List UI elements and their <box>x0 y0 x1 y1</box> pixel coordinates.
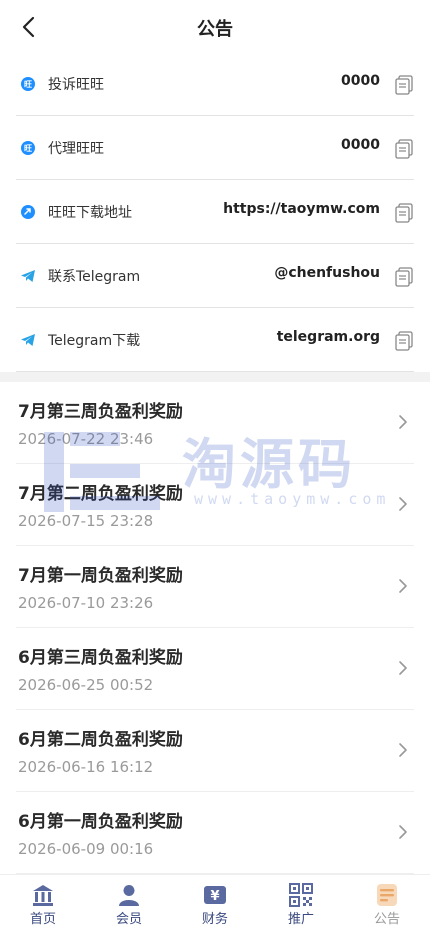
tab-home[interactable]: 首页 <box>0 875 86 932</box>
notice-time: 2026-06-16 16:12 <box>18 758 154 776</box>
notice-list: 7月第三周负盈利奖励 2026-07-22 23:46 7月第二周负盈利奖励 2… <box>0 382 430 874</box>
page-title: 公告 <box>197 19 233 40</box>
notice-item[interactable]: 6月第二周负盈利奖励 2026-06-16 16:12 <box>16 710 414 792</box>
wangwang-icon: 旺 <box>21 77 35 91</box>
contact-info-list: 旺 投诉旺旺 0000 旺 代理旺旺 0000 旺旺下载地址 https://t… <box>0 52 430 372</box>
info-label: 联系Telegram <box>48 269 141 285</box>
info-row-complaint-wangwang: 旺 投诉旺旺 0000 <box>16 52 414 116</box>
chevron-right-icon <box>399 497 407 511</box>
tab-label: 公告 <box>373 912 400 927</box>
notice-title: 7月第二周负盈利奖励 <box>18 484 183 504</box>
notice-item[interactable]: 7月第一周负盈利奖励 2026-07-10 23:26 <box>16 546 414 628</box>
copy-icon[interactable] <box>394 202 414 224</box>
info-value: 0000 <box>341 137 380 153</box>
notice-title: 7月第一周负盈利奖励 <box>18 566 183 586</box>
header-bar: 公告 <box>0 0 430 54</box>
tab-member[interactable]: 会员 <box>86 875 172 932</box>
notice-item[interactable]: 6月第一周负盈利奖励 2026-06-09 00:16 <box>16 792 414 874</box>
tab-label: 财务 <box>201 912 228 927</box>
info-row-contact-telegram: 联系Telegram @chenfushou <box>16 244 414 308</box>
tab-label: 首页 <box>29 912 56 927</box>
finance-yen-icon: ¥ <box>204 886 226 904</box>
telegram-icon <box>21 334 35 346</box>
info-value: @chenfushou <box>274 265 380 281</box>
bottom-tab-bar: 首页 会员 ¥ 财务 推广 公告 <box>0 874 430 932</box>
notice-time: 2026-07-22 23:46 <box>18 430 154 448</box>
svg-text:旺: 旺 <box>24 144 32 153</box>
notice-time: 2026-07-10 23:26 <box>18 594 154 612</box>
svg-text:旺: 旺 <box>24 80 32 89</box>
copy-icon[interactable] <box>394 266 414 288</box>
home-bank-icon <box>33 885 53 906</box>
info-label: 投诉旺旺 <box>48 77 104 93</box>
info-value: 0000 <box>341 73 380 89</box>
chevron-right-icon <box>399 825 407 839</box>
tab-promote[interactable]: 推广 <box>258 875 344 932</box>
info-value: telegram.org <box>276 329 380 345</box>
info-label: Telegram下载 <box>48 333 141 349</box>
notice-item[interactable]: 6月第三周负盈利奖励 2026-06-25 00:52 <box>16 628 414 710</box>
notice-title: 6月第三周负盈利奖励 <box>18 648 183 668</box>
notice-item[interactable]: 7月第二周负盈利奖励 2026-07-15 23:28 <box>16 464 414 546</box>
info-label: 代理旺旺 <box>48 141 104 157</box>
chevron-right-icon <box>399 415 407 429</box>
info-row-telegram-download: Telegram下载 telegram.org <box>16 308 414 372</box>
qrcode-icon <box>289 883 313 907</box>
wangwang-icon: 旺 <box>21 141 35 155</box>
info-row-wangwang-download: 旺旺下载地址 https://taoymw.com <box>16 180 414 244</box>
notice-title: 6月第一周负盈利奖励 <box>18 812 183 832</box>
chevron-right-icon <box>399 661 407 675</box>
copy-icon[interactable] <box>394 74 414 96</box>
notice-time: 2026-06-09 00:16 <box>18 840 154 858</box>
telegram-icon <box>21 270 35 282</box>
download-link-icon <box>21 205 35 219</box>
svg-text:¥: ¥ <box>210 889 219 904</box>
copy-icon[interactable] <box>394 138 414 160</box>
info-value: https://taoymw.com <box>223 201 380 217</box>
notice-title: 7月第三周负盈利奖励 <box>18 402 183 422</box>
notice-title: 6月第二周负盈利奖励 <box>18 730 183 750</box>
info-row-agent-wangwang: 旺 代理旺旺 0000 <box>16 116 414 180</box>
chevron-right-icon <box>399 579 407 593</box>
info-label: 旺旺下载地址 <box>48 205 132 221</box>
tab-finance[interactable]: ¥ 财务 <box>172 875 258 932</box>
notice-doc-icon <box>377 884 397 906</box>
tab-notice[interactable]: 公告 <box>344 875 430 932</box>
notice-time: 2026-07-15 23:28 <box>18 512 154 530</box>
notice-item[interactable]: 7月第三周负盈利奖励 2026-07-22 23:46 <box>16 382 414 464</box>
tab-label: 推广 <box>287 912 314 927</box>
chevron-right-icon <box>399 743 407 757</box>
notice-time: 2026-06-25 00:52 <box>18 676 154 694</box>
tab-label: 会员 <box>115 912 142 927</box>
section-divider <box>0 372 430 382</box>
member-person-icon <box>119 885 139 906</box>
copy-icon[interactable] <box>394 330 414 352</box>
